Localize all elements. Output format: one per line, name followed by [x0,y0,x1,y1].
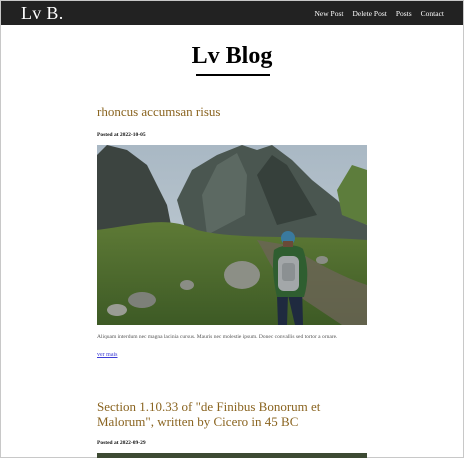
post-title[interactable]: Section 1.10.33 of "de Finibus Bonorum e… [97,399,369,429]
post-image [97,145,367,325]
post-card: rhoncus accumsan risus Posted at 2022-10… [97,104,369,359]
post-date: Posted at 2022-10-05 [97,132,146,138]
navbar: Lv B. New Post Delete Post Posts Contact [1,1,463,25]
post-image [97,453,367,458]
nav-link-delete-post[interactable]: Delete Post [352,9,386,18]
post-date: Posted at 2022-09-29 [97,440,146,446]
nav-links: New Post Delete Post Posts Contact [305,1,444,25]
post-title[interactable]: rhoncus accumsan risus [97,104,369,120]
post-card: Section 1.10.33 of "de Finibus Bonorum e… [97,399,369,458]
nav-link-new-post[interactable]: New Post [314,9,343,18]
post-excerpt: Aliquam interdum nec magna lacinia cursu… [97,334,338,340]
nav-link-posts[interactable]: Posts [396,9,412,18]
title-underline [196,74,270,76]
nav-link-contact[interactable]: Contact [421,9,444,18]
brand-logo[interactable]: Lv B. [21,2,64,24]
page-title: Lv Blog [191,43,273,69]
read-more-link[interactable]: ver mais [97,352,118,358]
